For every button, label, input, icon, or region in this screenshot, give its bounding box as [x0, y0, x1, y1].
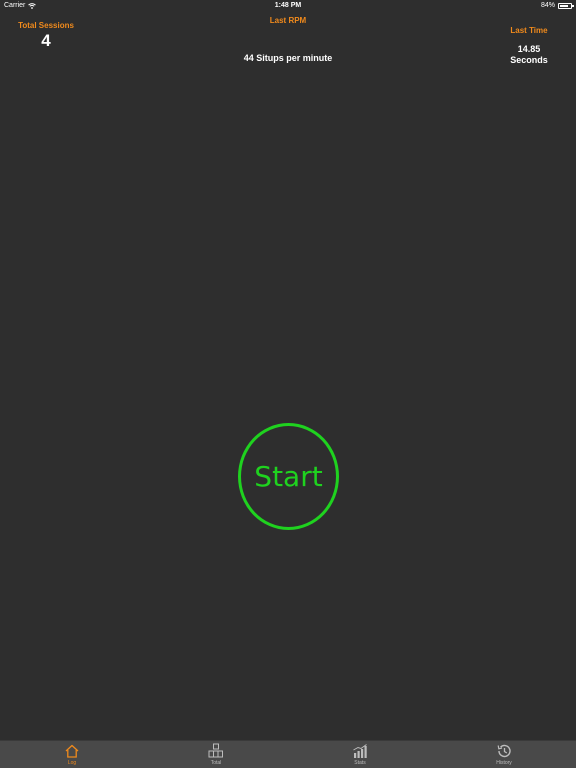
- last-time-label: Last Time: [510, 26, 548, 35]
- tab-bar: Log Total Stats History: [0, 740, 576, 768]
- tab-history-label: History: [496, 760, 512, 766]
- tab-log[interactable]: Log: [0, 741, 144, 768]
- battery-percent: 84%: [540, 2, 555, 9]
- total-icon: [208, 743, 223, 758]
- total-sessions: Total Sessions 4: [18, 21, 74, 51]
- history-icon: [497, 744, 511, 758]
- total-sessions-label: Total Sessions: [18, 21, 74, 30]
- battery-icon: [558, 2, 574, 9]
- tab-stats[interactable]: Stats: [288, 741, 432, 768]
- tab-stats-label: Stats: [354, 760, 366, 766]
- battery-indicator: 84%: [540, 2, 574, 9]
- last-rpm-value: 44 Situps per minute: [243, 53, 333, 63]
- status-bar: Carrier 1:48 PM 84%: [0, 0, 576, 12]
- last-rpm: Last RPM 44 Situps per minute: [188, 16, 388, 63]
- last-time-value: 14.85 Seconds: [494, 44, 564, 66]
- stats-icon: [353, 744, 367, 758]
- tab-log-label: Log: [67, 760, 77, 766]
- tab-history[interactable]: History: [432, 741, 576, 768]
- last-time-number: 14.85: [517, 44, 541, 54]
- home-icon: [65, 744, 79, 758]
- tab-total-label: Total: [210, 760, 222, 766]
- last-time-unit: Seconds: [510, 55, 548, 65]
- last-time: Last Time 14.85 Seconds: [494, 26, 564, 66]
- tab-total[interactable]: Total: [144, 741, 288, 768]
- battery-fill: [560, 4, 569, 7]
- start-button[interactable]: Start: [238, 423, 339, 530]
- total-sessions-value: 4: [41, 31, 51, 50]
- last-rpm-label: Last RPM: [269, 16, 307, 25]
- status-time: 1:48 PM: [274, 2, 302, 9]
